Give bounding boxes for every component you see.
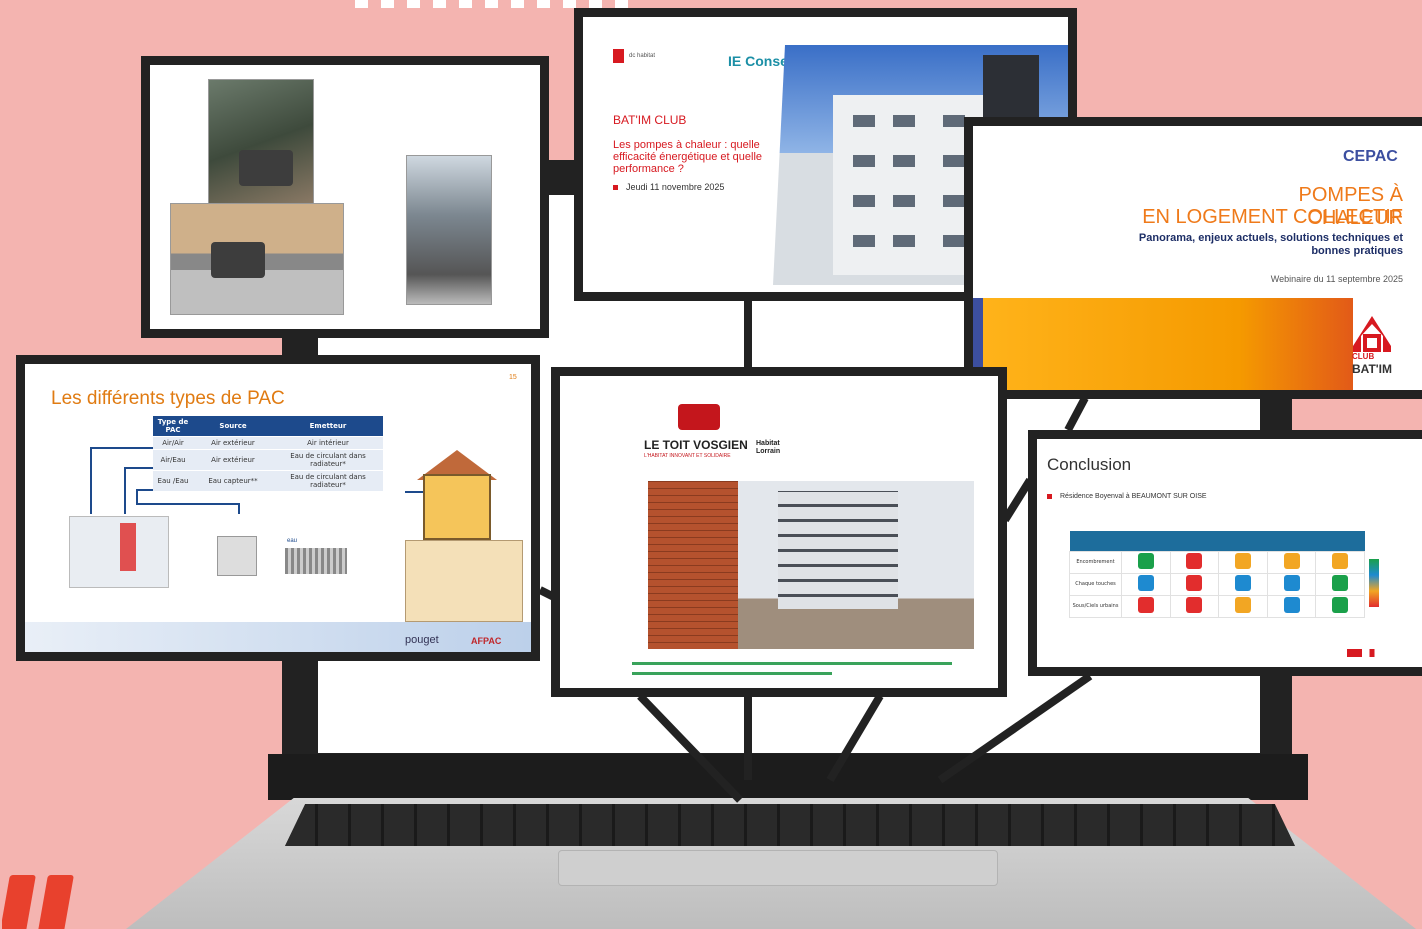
- rating-cell: [1266, 550, 1317, 574]
- rating-cell: [1121, 550, 1171, 574]
- grid-legend: [1369, 559, 1379, 607]
- rating-cell: [1315, 550, 1365, 574]
- rating-cell: [1218, 572, 1268, 596]
- slide-title: Les pompes à chaleur : quelle efficacité…: [613, 139, 763, 175]
- conclusion-bullet: Résidence Boyenval à BEAUMONT SUR OISE: [1047, 493, 1207, 500]
- rating-cell: [1169, 572, 1220, 596]
- logo-dc-habitat-label: dc habitat: [629, 53, 656, 59]
- residence-photo: [648, 481, 974, 649]
- club-label: BAT'IM CLUB: [613, 113, 687, 127]
- bullet-icon: [1047, 493, 1052, 499]
- gear-rating-icon: [1137, 575, 1154, 591]
- bullet-icon: [613, 185, 618, 191]
- photo-outdoor-unit: [208, 79, 314, 207]
- gear-rating-icon: [1234, 553, 1251, 569]
- slide-card-toit-vosgien[interactable]: LE TOIT VOSGIEN L'HABITAT INNOVANT ET SO…: [551, 367, 1007, 697]
- rating-cell: [1169, 594, 1220, 618]
- radiator-illustration: [285, 548, 347, 574]
- gear-rating-icon: [1234, 575, 1251, 591]
- rating-cell: [1266, 594, 1317, 618]
- toit-vosgien-name: LE TOIT VOSGIEN: [644, 438, 748, 452]
- webinar-date: Webinaire du 11 septembre 2025: [1270, 274, 1403, 284]
- dc-habitat-logo-icon: [613, 49, 624, 63]
- cepac-subtitle: Panorama, enjeux actuels, solutions tech…: [1138, 232, 1403, 257]
- row-label: Sous/Ciels urbains: [1069, 594, 1122, 618]
- row-label: Chaque touches: [1069, 572, 1122, 596]
- gear-rating-icon: [1332, 575, 1349, 591]
- toit-vosgien-tagline: L'HABITAT INNOVANT ET SOLIDAIRE: [644, 453, 731, 459]
- conclusion-title: Conclusion: [1047, 455, 1132, 474]
- rating-cell: [1169, 550, 1220, 574]
- gear-rating-icon: [1283, 597, 1300, 613]
- water-label: eau: [287, 538, 298, 544]
- house-illustration: [423, 474, 491, 540]
- habitat-lorrain-logo: Habitat Lorrain: [756, 440, 781, 455]
- bullet-text: Résidence Boyenval à BEAUMONT SUR OISE: [1060, 493, 1207, 500]
- rating-cell: [1266, 572, 1317, 596]
- orange-gradient-band: [973, 298, 1353, 390]
- cepac-logo: CEPAC: [1343, 148, 1398, 165]
- gear-rating-icon: [1186, 553, 1203, 569]
- gear-rating-icon: [1186, 597, 1203, 613]
- conclusion-comparison-grid: Encombrement Chaque touches Sous/Ciels urb…: [1069, 531, 1365, 618]
- afpac-logo: AFPAC: [471, 636, 502, 646]
- rating-cell: [1121, 572, 1171, 596]
- footer-line: [632, 672, 832, 675]
- slide-card-pac-types[interactable]: Les différents types de PAC 15 Type de P…: [16, 355, 540, 661]
- geothermal-ground-illustration: [405, 540, 523, 622]
- date-text: Jeudi 11 novembre 2025: [626, 182, 725, 192]
- gear-rating-icon: [1283, 553, 1300, 569]
- rating-cell: [1315, 594, 1365, 618]
- gear-rating-icon: [1283, 575, 1300, 591]
- table-row: Chaque touches: [1069, 572, 1365, 596]
- gear-rating-icon: [1332, 597, 1349, 613]
- gear-rating-icon: [1332, 553, 1349, 569]
- quote-mark-icon: [2, 845, 77, 929]
- air-water-unit-illustration: [217, 536, 257, 576]
- slide-date: Jeudi 11 novembre 2025: [613, 182, 724, 192]
- air-air-unit-illustration: [69, 516, 169, 588]
- toit-vosgien-logo-icon: [678, 404, 720, 430]
- cepac-title-line2: EN LOGEMENT COLLECTIF: [1142, 206, 1403, 228]
- photo-rooftop-units: [170, 203, 344, 315]
- gear-rating-icon: [1137, 597, 1154, 613]
- table-row: Encombrement: [1069, 550, 1365, 574]
- photo-heat-pump: [406, 155, 492, 305]
- rating-cell: [1218, 594, 1268, 618]
- club-label: CLUB: [1352, 352, 1375, 361]
- slide-footer: [25, 622, 531, 652]
- gear-rating-icon: [1234, 597, 1251, 613]
- slide-card-heat-pump-photos[interactable]: [141, 56, 549, 338]
- row-label: Encombrement: [1069, 550, 1122, 574]
- gear-rating-icon: [1137, 553, 1154, 569]
- rating-cell: [1218, 550, 1268, 574]
- gear-rating-icon: [1186, 575, 1203, 591]
- pouget-logo: pouget: [405, 634, 439, 646]
- footer-line: [632, 662, 952, 665]
- footer-logos: [1347, 649, 1397, 657]
- rating-cell: [1315, 572, 1365, 596]
- table-row: Sous/Ciels urbains: [1069, 594, 1365, 618]
- batim-label: BAT'IM: [1352, 362, 1392, 376]
- slide-card-cepac-webinar[interactable]: CEPAC POMPES À CHALEUR EN LOGEMENT COLLE…: [964, 117, 1422, 399]
- slide-card-conclusion[interactable]: Conclusion Résidence Boyenval à BEAUMONT…: [1028, 430, 1422, 676]
- rating-cell: [1121, 594, 1171, 618]
